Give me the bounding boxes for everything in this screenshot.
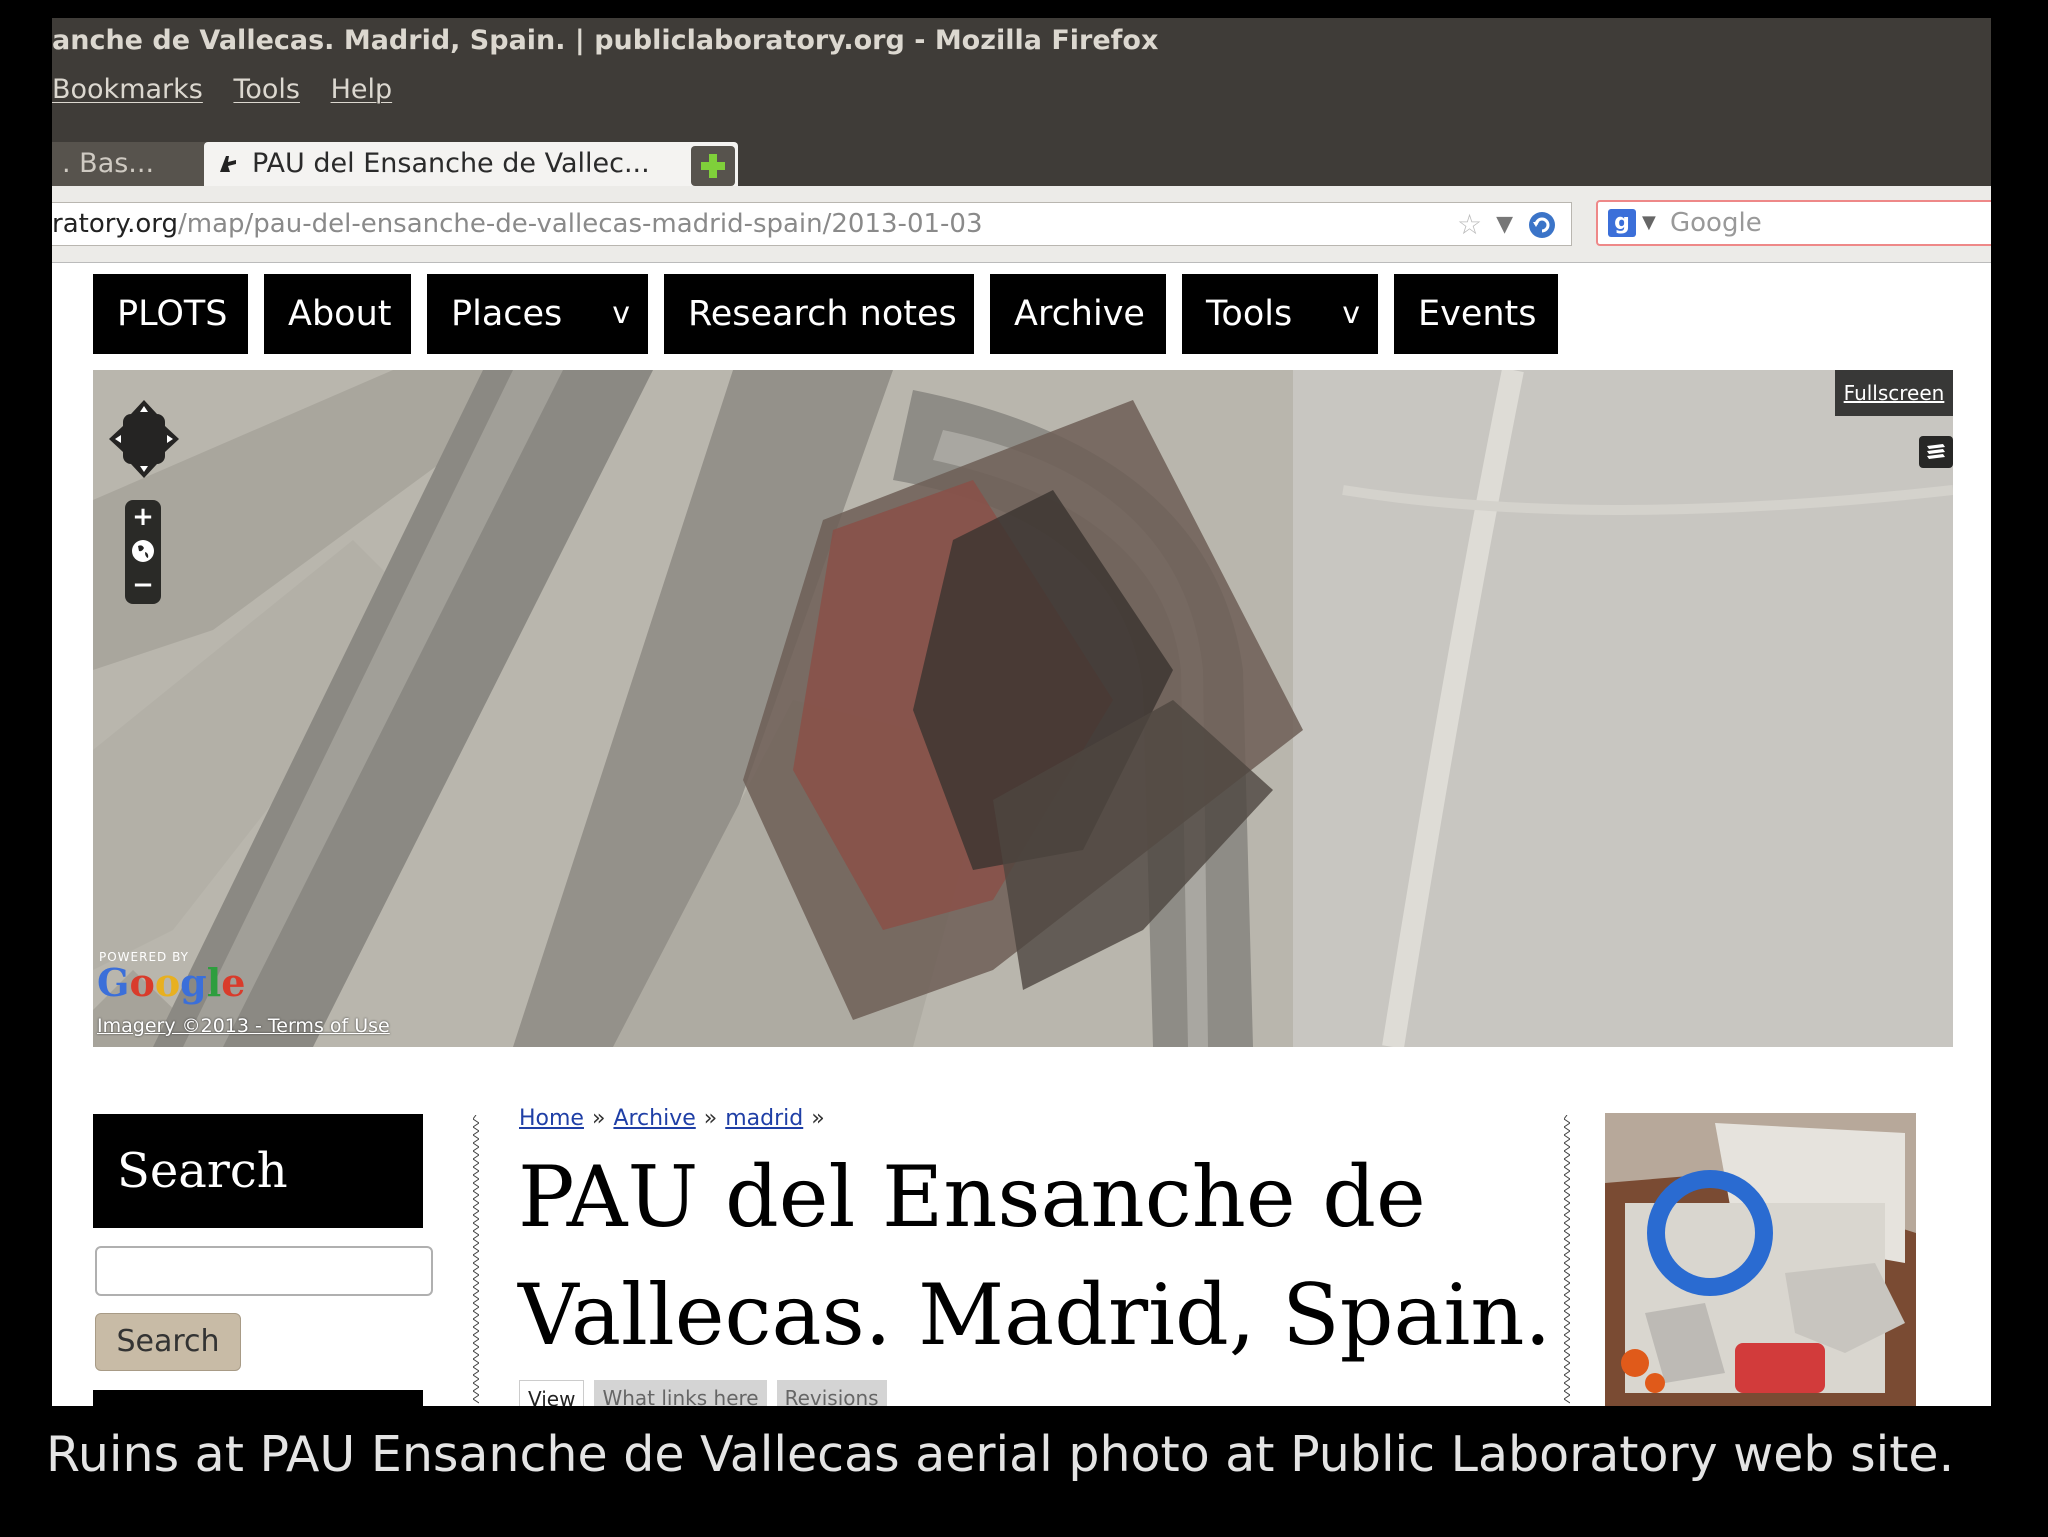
breadcrumb-madrid[interactable]: madrid — [725, 1106, 803, 1131]
logo-letter: G — [97, 960, 130, 1005]
nav-archive-label: Archive — [1014, 294, 1145, 334]
google-logo: Google — [97, 960, 245, 1005]
browser-window: anche de Vallecas. Madrid, Spain. | publ… — [52, 18, 1991, 1406]
tab-view[interactable]: View — [519, 1380, 585, 1406]
kit-promo-image[interactable] — [1605, 1113, 1916, 1406]
sidebar-search-button[interactable]: Search — [95, 1313, 241, 1371]
nav-places-label: Places — [451, 294, 563, 334]
menu-bookmarks[interactable]: Bookmarks — [52, 74, 203, 105]
sidebar-search-heading: Search — [93, 1114, 423, 1228]
nav-about-label: About — [288, 294, 392, 334]
window-title: anche de Vallecas. Madrid, Spain. | publ… — [52, 25, 1159, 56]
logo-letter: l — [206, 960, 222, 1005]
map-viewer[interactable]: + − Fullscreen POWERED BY Google Imagery… — [93, 370, 1953, 1047]
imagery-terms-link[interactable]: Imagery ©2013 - Terms of Use — [97, 1015, 390, 1037]
tab-active-label: PAU del Ensanche de Vallec... — [252, 148, 650, 179]
zoom-control: + − — [125, 500, 161, 604]
nav-tools[interactable]: Tools v — [1182, 274, 1378, 354]
nav-tools-label: Tools — [1206, 294, 1293, 334]
breadcrumb-archive[interactable]: Archive — [613, 1106, 695, 1131]
sidebar-next-block — [93, 1390, 423, 1406]
tab-active[interactable]: PAU del Ensanche de Vallec... ✖ — [204, 142, 738, 186]
tab-inactive-label: . Bas... — [62, 148, 155, 179]
breadcrumb-home[interactable]: Home — [519, 1106, 584, 1131]
tab-what-links-here[interactable]: What links here — [594, 1380, 767, 1406]
sidebar-search-input[interactable] — [95, 1246, 433, 1296]
breadcrumb-separator: » — [703, 1106, 718, 1131]
menu-tools[interactable]: Tools — [233, 74, 300, 105]
search-placeholder: Google — [1670, 208, 1762, 238]
pan-control[interactable] — [109, 400, 179, 478]
nav-research-notes-label: Research notes — [688, 294, 957, 334]
menubar: Bookmarks Tools Help — [52, 70, 414, 110]
reload-icon[interactable] — [1527, 210, 1557, 240]
url-bar[interactable]: ratory.org/map/pau-del-ensanche-de-valle… — [52, 202, 1572, 246]
logo-letter: o — [129, 960, 155, 1005]
nav-events-label: Events — [1418, 294, 1537, 334]
navigation-toolbar: ratory.org/map/pau-del-ensanche-de-valle… — [52, 186, 1991, 263]
nav-archive[interactable]: Archive — [990, 274, 1166, 354]
logo-letter: o — [154, 960, 181, 1005]
nav-research-notes[interactable]: Research notes — [664, 274, 974, 354]
divider-left — [473, 1115, 479, 1404]
globe-icon[interactable] — [125, 534, 161, 568]
dropdown-arrow-icon[interactable]: ▼ — [1496, 204, 1513, 245]
aerial-map-image — [93, 370, 1953, 1047]
layers-button[interactable] — [1919, 436, 1953, 468]
url-path: /map/pau-del-ensanche-de-vallecas-madrid… — [178, 209, 983, 239]
logo-letter: e — [221, 960, 246, 1005]
fullscreen-button[interactable]: Fullscreen — [1835, 370, 1953, 416]
nav-about[interactable]: About — [264, 274, 411, 354]
breadcrumb-separator: » — [811, 1106, 825, 1131]
url-host: ratory.org — [52, 209, 179, 239]
favicon-icon — [220, 156, 236, 172]
tab-revisions[interactable]: Revisions — [776, 1380, 887, 1406]
globe-icon-graphic — [132, 540, 154, 562]
bookmark-star-icon[interactable]: ☆ — [1457, 204, 1482, 245]
page-title: PAU del Ensanche de Vallecas. Madrid, Sp… — [518, 1148, 1552, 1364]
menu-help[interactable]: Help — [331, 74, 393, 105]
zoom-in-button[interactable]: + — [125, 500, 161, 534]
engine-dropdown-icon[interactable]: ▼ — [1642, 202, 1656, 244]
breadcrumb: Home » Archive » madrid » — [519, 1106, 833, 1131]
tab-strip: . Bas... ✕ PAU del Ensanche de Vallec...… — [52, 122, 1991, 186]
nav-places[interactable]: Places v — [427, 274, 648, 354]
page-tabs: View What links here Revisions — [519, 1380, 887, 1406]
plus-icon — [701, 154, 725, 178]
nav-plots-label: PLOTS — [117, 294, 228, 334]
search-engine-field[interactable]: g ▼ Google — [1596, 200, 1991, 246]
nav-plots[interactable]: PLOTS — [93, 274, 248, 354]
slide-caption: Ruins at PAU Ensanche de Vallecas aerial… — [46, 1426, 1955, 1483]
url-bar-icons: ☆ ▼ — [1457, 208, 1557, 241]
chevron-down-icon: v — [612, 296, 630, 331]
breadcrumb-separator: » — [591, 1106, 606, 1131]
slide: anche de Vallecas. Madrid, Spain. | publ… — [0, 0, 2048, 1537]
page-content: PLOTS About Places v Research notes Archi… — [52, 263, 1991, 1406]
new-tab-button[interactable] — [691, 146, 735, 186]
zoom-out-button[interactable]: − — [125, 568, 161, 602]
kit-photo — [1605, 1113, 1916, 1406]
nav-events[interactable]: Events — [1394, 274, 1558, 354]
chevron-down-icon: v — [1342, 296, 1360, 331]
layers-icon — [1927, 444, 1945, 459]
google-engine-icon[interactable]: g — [1608, 209, 1636, 237]
logo-letter: g — [180, 960, 207, 1005]
